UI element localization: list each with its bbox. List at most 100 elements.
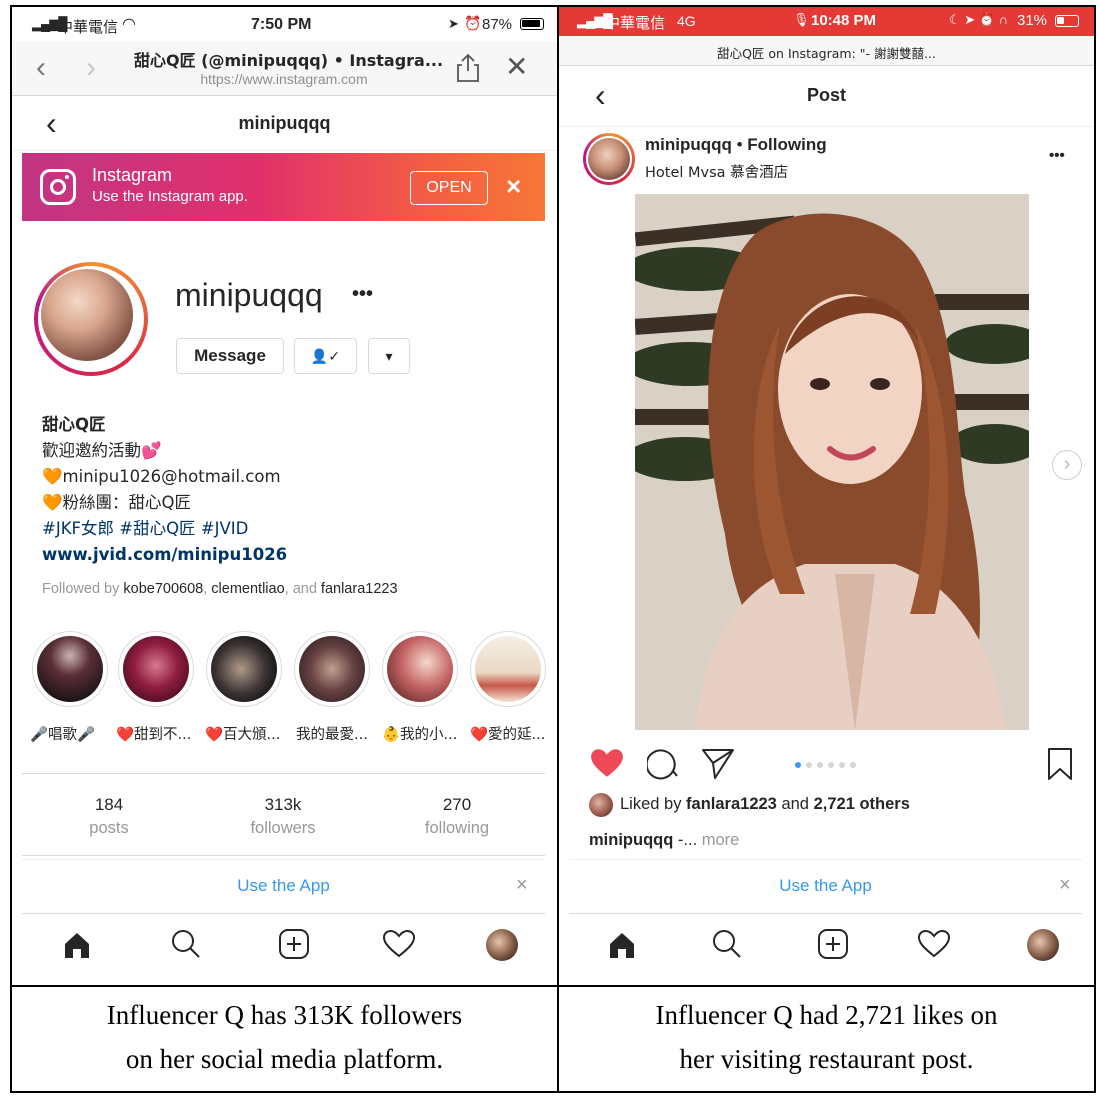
open-app-banner: Instagram Use the Instagram app. OPEN × [22,153,545,221]
browser-page-title: 甜心Q匠 (@minipuqqq) • Instagra... [134,51,444,70]
battery-percent: 31% [1017,12,1048,29]
post-nav-bar: ‹ Post [559,67,1094,127]
follower-link[interactable]: clementliao [211,581,284,597]
stats-divider [22,855,545,856]
browser-url[interactable]: https://www.instagram.com [134,71,434,87]
post-username[interactable]: minipuqqq [645,135,732,154]
liker-username[interactable]: fanlara1223 [686,795,777,813]
like-heart-icon[interactable] [589,747,625,784]
back-arrow-icon[interactable]: ‹ [36,51,46,85]
message-button[interactable]: Message [176,338,284,374]
carousel-dot [828,762,834,768]
new-post-icon[interactable] [817,928,849,965]
use-app-bar: Use the App × [569,859,1082,913]
likes-summary[interactable]: Liked by fanlara1223 and 2,721 others [620,795,910,814]
use-app-link[interactable]: Use the App [569,876,1082,896]
highlight-label: 👶我的小... [382,727,458,743]
bio-hashtags[interactable]: #JKF女郎 #甜心Q匠 #JVID [42,516,287,542]
instagram-logo-icon [40,169,76,205]
tab-bar [22,913,545,975]
location-icon: ➤ [448,16,459,31]
liker-avatar [589,793,613,817]
share-icon[interactable] [456,53,480,83]
carousel-dot [795,762,801,768]
save-bookmark-icon[interactable] [1047,747,1073,786]
open-app-button[interactable]: OPEN [410,171,488,205]
profile-tab-avatar[interactable] [1027,929,1059,961]
story-highlight[interactable] [294,631,370,707]
story-highlight[interactable] [470,631,546,707]
story-highlight[interactable] [32,631,108,707]
home-icon[interactable] [62,930,92,965]
use-app-close-icon[interactable]: × [1059,874,1071,897]
search-icon[interactable] [170,928,202,965]
right-screenshot-post: ▂▄▆█ 中華電信 4G 🎙 10:48 PM ☾ ➤ ⏰ ∩ 31% 甜心Q匠… [559,7,1094,985]
post-author-avatar[interactable] [583,133,635,185]
caption-line: her visiting restaurant post. [679,1044,974,1074]
stat-label: posts [89,819,129,837]
bio-website-link[interactable]: www.jvid.com/minipu1026 [42,542,287,568]
stat-following[interactable]: 270 following [382,795,532,838]
carousel-next-icon[interactable]: › [1052,450,1082,480]
close-tab-icon[interactable]: ✕ [505,53,528,81]
battery-icon [520,18,544,30]
bio-line: 歡迎邀約活動💕 [42,441,162,460]
microphone-icon: 🎙 [793,12,810,27]
use-app-close-icon[interactable]: × [516,874,528,897]
status-bar: ▂▄▆█ 中華電信 ◠ 7:50 PM ➤ ⏰ 87% [12,7,557,41]
caption-line: Influencer Q had 2,721 likes on [655,1000,998,1030]
activity-heart-icon[interactable] [917,929,951,964]
use-app-bar: Use the App × [22,859,545,913]
status-icons: ☾ ➤ ⏰ ∩ [949,12,1008,27]
following-user-icon[interactable]: 👤✓ [294,338,357,374]
post-photo[interactable] [635,194,1029,730]
stat-label: following [424,819,490,837]
post-more-icon[interactable]: ••• [1049,147,1065,164]
carrier-label: 中華電信 [605,14,666,32]
caption-username[interactable]: minipuqqq [589,831,673,849]
profile-username: minipuqqq [175,277,323,313]
clock: 10:48 PM [811,12,877,29]
alarm-icon: ⏰ [464,15,482,31]
follower-link[interactable]: kobe700608 [123,581,203,597]
highlight-label: 我的最愛... [296,727,368,743]
nav-title: Post [806,85,846,105]
activity-heart-icon[interactable] [382,929,416,964]
profile-nav-bar: ‹ minipuqqq [12,97,557,151]
wifi-icon: ◠ [122,16,136,33]
more-options-icon[interactable]: ••• [352,283,373,306]
comment-icon[interactable] [645,747,681,786]
network-label: 4G [677,13,696,29]
profile-bio: 甜心Q匠 歡迎邀約活動💕 🧡minipu1026@hotmail.com 🧡粉絲… [42,412,287,568]
carrier-label: 中華電信 [58,18,119,36]
suggestions-dropdown-button[interactable]: ▾ [368,338,410,374]
story-highlight[interactable] [118,631,194,707]
banner-close-icon[interactable]: × [506,171,521,202]
profile-tab-avatar[interactable] [486,929,518,961]
search-icon[interactable] [711,928,743,965]
new-post-icon[interactable] [278,928,310,965]
use-app-link[interactable]: Use the App [22,876,545,896]
stat-posts[interactable]: 184 posts [34,795,184,838]
highlight-label: ❤️百大頒... [205,727,281,743]
story-highlight[interactable] [382,631,458,707]
caption-more-link[interactable]: more [697,831,740,849]
forward-arrow-icon[interactable]: › [86,51,96,85]
stat-label: followers [250,819,316,837]
following-status[interactable]: Following [747,135,826,154]
story-highlight[interactable] [206,631,282,707]
post-location[interactable]: Hotel Mvsa 慕舍酒店 [645,161,788,182]
carousel-dot [839,762,845,768]
carousel-dot [806,762,812,768]
highlight-label: 🎤唱歌🎤 [30,727,96,743]
share-direct-icon[interactable] [701,747,735,786]
follower-link[interactable]: fanlara1223 [321,581,398,597]
stat-followers[interactable]: 313k followers [208,795,358,838]
browser-page-title: 甜心Q匠 on Instagram: "- 謝謝雙囍... [717,46,936,61]
likes-count[interactable]: 2,721 others [814,795,910,813]
stat-value: 270 [442,795,472,814]
home-icon[interactable] [607,930,637,965]
profile-avatar[interactable] [34,262,148,376]
highlight-label: ❤️甜到不... [116,727,192,743]
bio-name: 甜心Q匠 [42,415,106,434]
